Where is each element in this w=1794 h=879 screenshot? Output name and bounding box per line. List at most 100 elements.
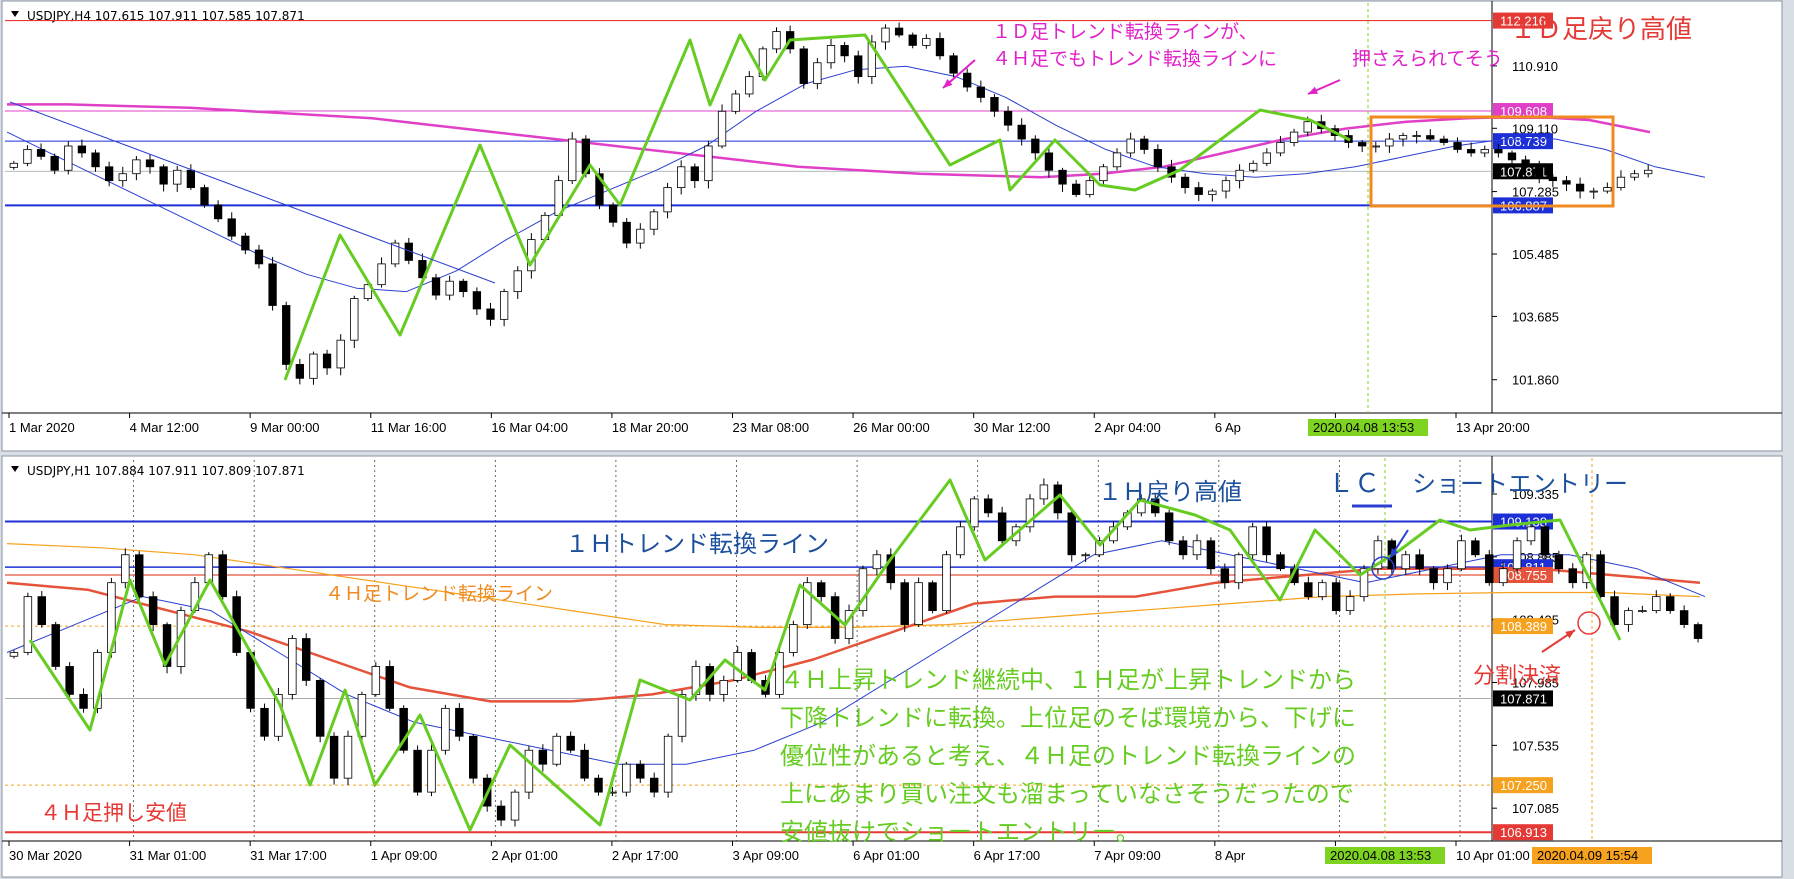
- h1-candle: [218, 550, 227, 600]
- h4-candle-body: [1385, 138, 1394, 147]
- h4-candle-body: [1426, 135, 1435, 140]
- h4-candle-body: [513, 270, 522, 293]
- h1-candle: [413, 745, 422, 796]
- h4-candle-body: [1276, 142, 1285, 154]
- h1-note-1h-trendline: １Ｈトレンド転換ライン: [565, 530, 829, 558]
- h1-candle: [315, 678, 325, 743]
- h1-candle-body: [1429, 568, 1438, 584]
- h4-candle-body: [1221, 180, 1231, 192]
- h1-note-4h-pullback-low: ４Ｈ足押し安値: [40, 801, 187, 825]
- h4-candle-body: [159, 166, 168, 185]
- h4-candle-body: [1535, 166, 1544, 178]
- h1-candle-body: [1081, 554, 1090, 557]
- h1-candle-body: [9, 652, 19, 657]
- h4-price-label-text: 108.739: [1500, 134, 1547, 149]
- h1-candle-body: [1067, 512, 1076, 556]
- h4-candle: [391, 239, 400, 268]
- h1-candle-body: [719, 680, 729, 695]
- h4-candle-body: [445, 280, 454, 296]
- h4-candle: [772, 27, 781, 54]
- h1-cursor-time-label: 2020.04.09 15:54: [1537, 848, 1638, 863]
- h4-candle-body: [663, 187, 672, 213]
- h4-candle-body: [1371, 145, 1380, 148]
- h4-candle-body: [908, 34, 917, 46]
- h4-candle: [799, 46, 808, 89]
- h1-candle-body: [1652, 596, 1661, 612]
- h1-candle-body: [1318, 582, 1327, 598]
- h4-x-tick-label: 4 Mar 12:00: [130, 420, 199, 435]
- h4-candle-body: [1575, 183, 1585, 192]
- h1-candle-body: [872, 554, 882, 570]
- h4-candle-body: [295, 364, 304, 379]
- h4-candle-body: [173, 169, 182, 185]
- h1-candle: [1512, 537, 1522, 573]
- h1-candle-body: [1331, 582, 1341, 612]
- h4-candle-body: [1480, 149, 1489, 154]
- h1-candle-body: [942, 554, 951, 612]
- h1-candle: [427, 743, 436, 797]
- h1-candle-body: [1304, 582, 1313, 598]
- h1-x-tick-label: 6 Apr 17:00: [974, 848, 1041, 863]
- h4-candle-body: [486, 308, 495, 320]
- h4-candle-body: [1548, 176, 1557, 182]
- h4-candle-body: [1140, 138, 1149, 150]
- h1-x-tick-label: 3 Apr 09:00: [733, 848, 800, 863]
- h4-candle-body: [677, 166, 686, 188]
- h4-candle: [350, 295, 359, 348]
- h1-candle-body: [552, 735, 561, 765]
- h4-candle-body: [309, 353, 318, 379]
- h1-candle-body: [1485, 554, 1494, 584]
- h1-candle-body: [1457, 540, 1466, 570]
- h4-candle-body: [1249, 162, 1258, 171]
- h4-candle-body: [1289, 131, 1299, 143]
- h4-y-tick-label: 103.685: [1512, 309, 1559, 324]
- h4-x-tick-label: 9 Mar 00:00: [250, 420, 319, 435]
- h1-x-tick-label: 6 Apr 01:00: [853, 848, 920, 863]
- h4-candle-body: [704, 145, 713, 182]
- h4-candle-body: [23, 149, 32, 164]
- h1-candle: [441, 704, 450, 755]
- h1-candle-body: [51, 624, 60, 667]
- h4-candle-body: [1072, 183, 1081, 195]
- h4-candle-body: [1112, 152, 1122, 168]
- h1-candle-body: [594, 777, 603, 793]
- h4-candle-body: [935, 38, 945, 57]
- h1-candle-body: [914, 582, 923, 625]
- h4-candle-body: [118, 173, 127, 182]
- h1-candle-body: [816, 582, 826, 598]
- h4-candle-body: [1262, 152, 1271, 164]
- h4-candle-body: [1562, 180, 1571, 185]
- h1-candle-body: [1415, 554, 1424, 570]
- h4-x-tick-label: 2 Apr 04:00: [1094, 420, 1161, 435]
- h4-candle-body: [527, 239, 536, 272]
- h1-candle: [858, 565, 868, 617]
- h4-candle-body: [50, 155, 59, 171]
- h4-candle-body: [949, 55, 958, 74]
- h4-y-tick-label: 107.285: [1512, 185, 1559, 200]
- h1-candle-body: [1693, 624, 1703, 639]
- h4-candle-body: [1412, 135, 1421, 137]
- h1-candle: [942, 550, 951, 614]
- h1-candle-body: [1596, 554, 1605, 598]
- h4-candle-body: [227, 218, 236, 237]
- h1-note-short-entry: ショートエントリー: [1412, 470, 1628, 498]
- h4-candle-body: [881, 27, 890, 43]
- h4-candle: [717, 104, 727, 149]
- h1-panel: USDJPY,H1 107.884 107.911 107.809 107.87…: [1, 455, 1783, 878]
- h4-x-tick-label: 26 Mar 00:00: [853, 420, 930, 435]
- h4-candle-body: [840, 45, 849, 57]
- h1-candle-body: [357, 693, 367, 737]
- h4-candle-body: [1644, 169, 1653, 175]
- h4-candle-body: [922, 38, 931, 46]
- h4-candle-body: [1003, 110, 1013, 126]
- h4-candle-body: [813, 62, 822, 84]
- h4-candle-body: [799, 48, 808, 84]
- h1-candle: [37, 591, 47, 628]
- h4-candle-body: [431, 277, 441, 296]
- h4-candle-body: [1194, 187, 1203, 195]
- h4-candle-body: [282, 305, 291, 365]
- h1-candle-body: [928, 582, 937, 612]
- h1-symbol-readout: USDJPY,H1 107.884 107.911 107.809 107.87…: [27, 464, 305, 478]
- h1-candle: [23, 592, 33, 656]
- h4-candle-body: [1180, 176, 1190, 188]
